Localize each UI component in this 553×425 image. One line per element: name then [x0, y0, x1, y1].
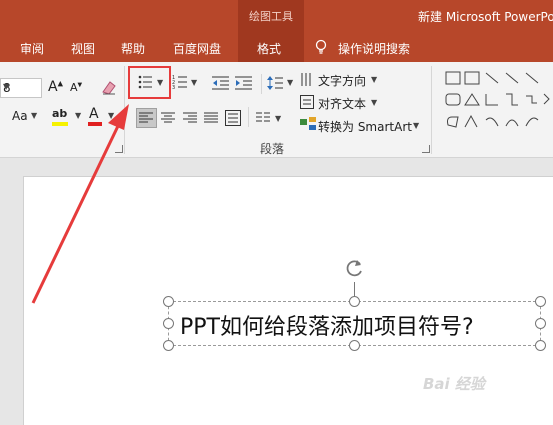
line-spacing-icon[interactable]	[266, 75, 284, 91]
grow-font-icon[interactable]: A▲	[48, 79, 63, 95]
align-text-icon[interactable]	[300, 95, 314, 109]
chevron-down-icon: ▼	[287, 78, 294, 87]
highlight-color-swatch	[52, 122, 68, 126]
resize-handle-top-right[interactable]	[535, 296, 546, 307]
text-direction-icon[interactable]	[300, 72, 314, 88]
watermark: Bai 经验	[423, 375, 485, 393]
resize-handle-left[interactable]	[163, 318, 174, 329]
font-color-swatch	[88, 122, 102, 126]
smartart-icon[interactable]	[300, 117, 316, 133]
numbering-icon[interactable]: 1 2 3	[172, 74, 188, 90]
resize-handle-top[interactable]	[349, 296, 360, 307]
highlight-box	[128, 66, 171, 99]
resize-handle-bottom[interactable]	[349, 340, 360, 351]
divider	[261, 74, 262, 94]
group-separator	[124, 66, 125, 154]
group-separator	[431, 66, 432, 154]
ribbon: 8 ▼ A▲ A▼ Aa ▼ ab ▼ A ▼ ▼ 1 2 3 ▼ ▼ ▼ 文字…	[0, 62, 553, 158]
highlight-color-icon[interactable]: ab	[52, 107, 67, 120]
rotate-handle-icon[interactable]	[342, 256, 366, 280]
align-right-icon[interactable]	[183, 112, 198, 124]
chevron-down-icon: ▼	[75, 111, 82, 120]
resize-handle-top-left[interactable]	[163, 296, 174, 307]
context-group-label: 绘图工具	[249, 10, 293, 23]
change-case-button[interactable]: Aa	[12, 109, 28, 123]
tab-help[interactable]: 帮助	[121, 40, 145, 57]
svg-text:3: 3	[172, 85, 175, 90]
tab-review[interactable]: 审阅	[20, 40, 44, 57]
decrease-indent-icon[interactable]	[212, 76, 230, 90]
text-direction-button[interactable]: 文字方向	[318, 72, 366, 89]
shrink-font-icon[interactable]: A▼	[70, 81, 82, 94]
font-size-box[interactable]: 8 ▼	[0, 78, 42, 98]
chevron-down-icon: ▼	[31, 111, 38, 120]
chevron-down-icon: ▼	[371, 98, 378, 107]
increase-indent-icon[interactable]	[235, 76, 253, 90]
tab-format[interactable]: 格式	[257, 40, 281, 57]
resize-handle-bottom-right[interactable]	[535, 340, 546, 351]
chevron-down-icon: ▼	[413, 121, 420, 130]
align-left-icon[interactable]	[139, 112, 154, 124]
paragraph-group-label: 段落	[260, 142, 285, 156]
title-bar: 绘图工具 新建 Microsoft PowerPo 审阅 视图 帮助 百度网盘 …	[0, 0, 553, 62]
resize-handle-bottom-left[interactable]	[163, 340, 174, 351]
columns-icon[interactable]	[256, 112, 271, 124]
chevron-down-icon: ▼	[108, 111, 115, 120]
distributed-icon[interactable]	[225, 110, 241, 126]
align-text-button[interactable]: 对齐文本	[318, 95, 366, 112]
shapes-gallery[interactable]	[436, 70, 553, 134]
tab-view[interactable]: 视图	[71, 40, 95, 57]
resize-handle-right[interactable]	[535, 318, 546, 329]
chevron-down-icon: ▼	[371, 75, 378, 84]
convert-smartart-button[interactable]: 转换为 SmartArt	[318, 118, 412, 135]
divider	[248, 107, 249, 127]
justify-icon[interactable]	[204, 112, 219, 124]
align-center-icon[interactable]	[161, 112, 176, 124]
chevron-down-icon: ▼	[275, 114, 282, 123]
font-color-icon[interactable]: A	[89, 106, 99, 122]
textbox-text[interactable]: PPT如何给段落添加项目符号?	[180, 309, 474, 341]
lightbulb-icon[interactable]	[314, 39, 328, 57]
paragraph-dialog-launcher-icon[interactable]	[422, 145, 430, 153]
clear-formatting-icon[interactable]	[100, 78, 118, 96]
tab-baidu-netdisk[interactable]: 百度网盘	[173, 40, 221, 57]
font-dialog-launcher-icon[interactable]	[115, 145, 123, 153]
chevron-down-icon: ▼	[3, 82, 10, 91]
tell-me-search[interactable]: 操作说明搜索	[338, 40, 410, 57]
chevron-down-icon: ▼	[191, 78, 198, 87]
document-title: 新建 Microsoft PowerPo	[418, 10, 553, 24]
